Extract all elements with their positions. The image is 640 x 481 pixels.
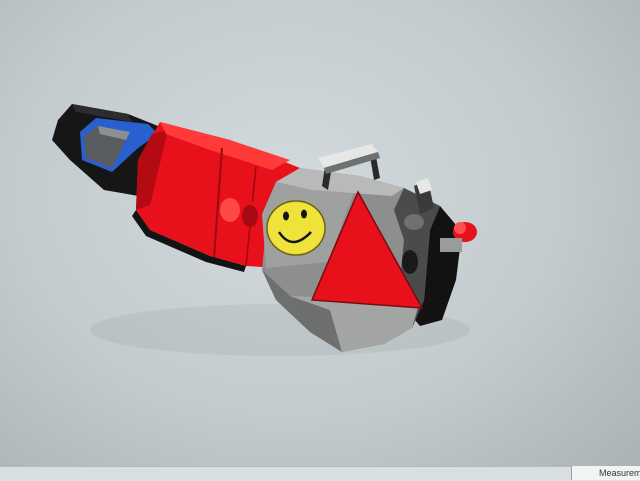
status-bar bbox=[0, 466, 640, 481]
measurements-box[interactable]: Measureme bbox=[571, 466, 640, 480]
port-hole bbox=[402, 250, 418, 274]
measurements-label: Measureme bbox=[599, 468, 640, 478]
3d-model[interactable] bbox=[0, 0, 640, 480]
3d-viewport[interactable] bbox=[0, 0, 640, 480]
smiley-face-icon bbox=[266, 200, 326, 256]
